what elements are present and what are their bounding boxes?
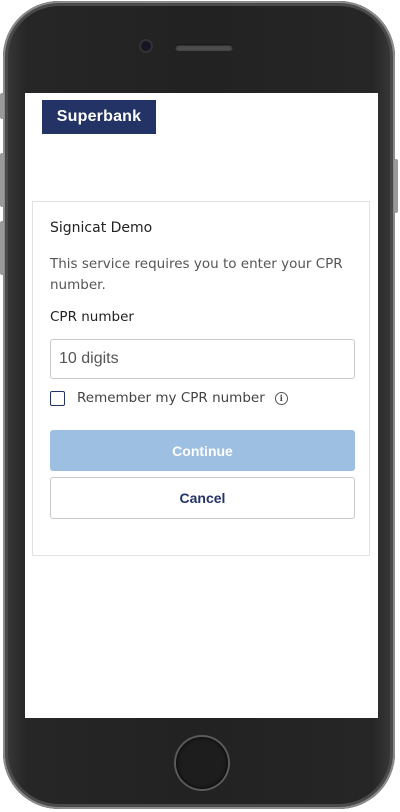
volume-up-button [0, 153, 4, 207]
card-description: This service requires you to enter your … [50, 256, 343, 293]
superbank-logo: Superbank [42, 100, 156, 134]
earpiece-speaker [175, 44, 233, 51]
cpr-login-card: Signicat Demo This service requires you … [32, 201, 370, 556]
home-button[interactable] [176, 737, 228, 789]
phone-frame: Superbank Signicat Demo This service req… [0, 1, 398, 809]
power-button [394, 159, 398, 213]
cancel-button[interactable]: Cancel [50, 477, 355, 519]
cpr-input[interactable] [50, 339, 355, 379]
mute-switch [0, 93, 4, 119]
continue-button[interactable]: Continue [50, 430, 355, 471]
card-title: Signicat Demo [50, 220, 153, 236]
remember-row: Remember my CPR number i [50, 388, 288, 408]
volume-down-button [0, 221, 4, 275]
info-icon[interactable]: i [274, 391, 288, 405]
cpr-field-label: CPR number [50, 309, 134, 325]
remember-checkbox[interactable] [50, 390, 65, 406]
remember-label[interactable]: Remember my CPR number [77, 390, 265, 406]
front-camera [141, 41, 151, 51]
screen: Superbank Signicat Demo This service req… [25, 93, 378, 718]
